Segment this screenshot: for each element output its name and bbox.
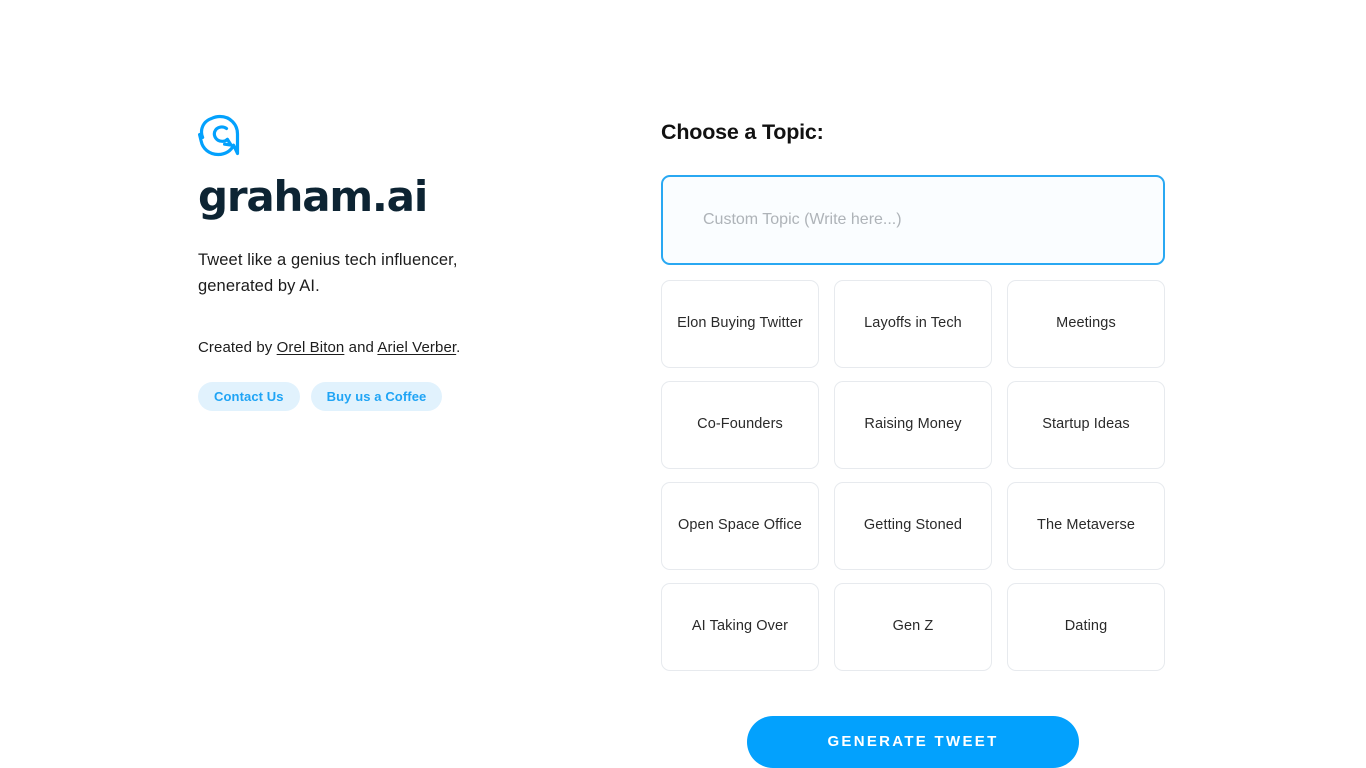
generate-tweet-button[interactable]: Generate Tweet [747, 715, 1079, 768]
author-link-orel-biton[interactable]: Orel Biton [277, 339, 345, 356]
topic-card[interactable]: Getting Stoned [834, 481, 992, 570]
custom-topic-input[interactable] [661, 174, 1165, 265]
topic-card[interactable]: Meetings [1007, 279, 1165, 368]
topic-card[interactable]: Layoffs in Tech [834, 279, 992, 368]
topic-card[interactable]: The Metaverse [1007, 481, 1165, 570]
topic-card[interactable]: AI Taking Over [661, 582, 819, 671]
buy-us-a-coffee-button[interactable]: Buy us a Coffee [310, 382, 443, 412]
credits-suffix: . [456, 339, 461, 357]
wordmark: graham.ai [198, 172, 428, 221]
topic-chooser-panel: Choose a Topic: Elon Buying TwitterLayof… [661, 120, 1165, 768]
topic-card[interactable]: Startup Ideas [1007, 380, 1165, 469]
author-link-ariel-verber[interactable]: Ariel Verber [377, 339, 456, 356]
app-root: graham.ai Tweet like a genius tech influ… [0, 0, 1366, 768]
page-title: Choose a Topic: [661, 120, 824, 144]
topic-card[interactable]: Open Space Office [661, 481, 819, 570]
credits-prefix: Created by [198, 339, 277, 357]
bird-icon [198, 114, 240, 157]
topics-grid: Elon Buying Twitter Layoffs in Tech Meetin… [661, 279, 1165, 671]
credits-line: Created by Orel Biton and Ariel Verber. [198, 339, 598, 356]
topic-card[interactable]: Gen Z [834, 582, 992, 671]
topic-card[interactable]: Dating [1007, 582, 1165, 671]
brand-panel: graham.ai Tweet like a genius tech influ… [198, 112, 598, 412]
topic-card[interactable]: Co-Founders [661, 380, 819, 469]
topic-card[interactable]: Elon Buying Twitter [661, 279, 819, 368]
topic-card[interactable]: Raising Money [834, 380, 992, 469]
generate-button-row: Generate Tweet [661, 715, 1165, 768]
contact-us-button[interactable]: Contact Us [198, 382, 300, 412]
action-pill-row: Contact Us Buy us a Coffee [198, 382, 598, 412]
credits-conjunction: and [344, 339, 378, 357]
tagline: Tweet like a genius tech influencer, gen… [198, 251, 458, 295]
